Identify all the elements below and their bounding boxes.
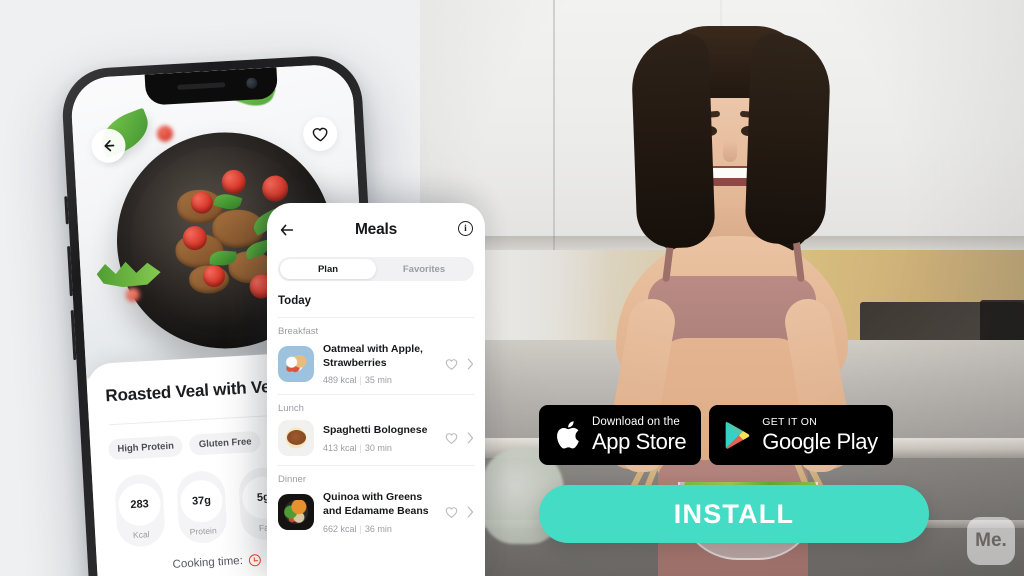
- meal-kcal: 413 kcal: [323, 442, 357, 453]
- meal-thumbnail: [278, 420, 314, 457]
- meals-screen-card: Meals i Plan Favorites Today Breakfast O…: [267, 203, 485, 576]
- meal-info: Spaghetti Bolognese 413 kcal | 30 min: [323, 424, 436, 453]
- meal-name: Spaghetti Bolognese: [323, 423, 428, 436]
- meal-info: Oatmeal with Apple, Strawberries 489 kca…: [323, 343, 436, 385]
- meal-list-item[interactable]: Quinoa with Greens and Edamame Beans 662…: [278, 491, 474, 542]
- meal-group-lunch: Lunch Spaghetti Bolognese 413 kcal | 30 mi…: [267, 395, 485, 465]
- clock-icon: [248, 553, 262, 567]
- meal-meta: 489 kcal | 35 min: [323, 375, 436, 385]
- nutrition-value: 37g: [179, 478, 224, 523]
- meal-meta: 662 kcal | 36 min: [323, 524, 436, 534]
- meal-name: Oatmeal with Apple, Strawberries: [323, 343, 423, 369]
- app-store-text: Download on the App Store: [592, 415, 687, 455]
- meals-back-button[interactable]: [279, 222, 295, 238]
- app-store-big-label: App Store: [592, 429, 687, 455]
- meal-time: 35 min: [364, 375, 392, 386]
- meta-separator: |: [359, 442, 362, 453]
- chevron-right-icon[interactable]: [467, 432, 474, 444]
- recipe-favorite-button[interactable]: [302, 116, 339, 152]
- recipe-tag: Gluten Free: [189, 430, 262, 456]
- phone-volume-up-button: [67, 246, 73, 297]
- meal-type-label: Breakfast: [278, 326, 319, 337]
- cherry-tomato: [261, 174, 289, 203]
- meal-info: Quinoa with Greens and Edamame Beans 662…: [323, 491, 436, 533]
- meal-name: Quinoa with Greens and Edamame Beans: [323, 491, 429, 517]
- phone-volume-down-button: [70, 309, 77, 361]
- meal-time: 30 min: [364, 442, 392, 453]
- meal-list-item[interactable]: Oatmeal with Apple, Strawberries 489 kca…: [278, 343, 474, 394]
- meal-group-breakfast: Breakfast Oatmeal with Apple, Strawberri…: [267, 318, 485, 394]
- heart-icon[interactable]: [445, 358, 458, 371]
- meal-time: 36 min: [364, 523, 392, 534]
- meal-kcal: 489 kcal: [323, 375, 357, 386]
- day-label: Today: [278, 295, 312, 307]
- meal-thumbnail: [278, 346, 314, 383]
- meal-type-label: Lunch: [278, 403, 304, 415]
- meta-separator: |: [359, 375, 362, 386]
- meal-type-label: Dinner: [278, 474, 306, 486]
- heart-icon: [312, 127, 328, 141]
- app-store-small-label: Download on the: [592, 415, 680, 428]
- install-button[interactable]: INSTALL: [539, 485, 929, 543]
- meal-thumbnail: [278, 494, 314, 531]
- google-play-small-label: GET IT ON: [762, 416, 818, 429]
- heart-icon[interactable]: [445, 506, 458, 519]
- nutrition-label: Protein: [189, 524, 217, 537]
- meals-header: Meals i: [267, 203, 485, 257]
- recipe-tag: High Protein: [107, 434, 184, 460]
- info-icon[interactable]: i: [458, 221, 473, 236]
- tab-favorites[interactable]: Favorites: [376, 259, 472, 279]
- promo-stage: Roasted Veal with Vegetables and Qu High…: [0, 0, 1024, 576]
- back-arrow-icon: [280, 224, 294, 236]
- nutrition-value: 283: [117, 482, 162, 527]
- page-title: Meals: [354, 221, 398, 238]
- meal-group-dinner: Dinner Quinoa with Greens and Edamame Be…: [267, 466, 485, 542]
- nutrition-label: Kcal: [132, 528, 150, 540]
- earpiece-speaker: [177, 82, 226, 90]
- apple-logo-icon: [557, 421, 579, 449]
- store-badges: Download on the App Store GET IT ON Goog…: [539, 405, 893, 465]
- chevron-right-icon[interactable]: [467, 358, 474, 370]
- meta-separator: |: [359, 523, 362, 534]
- front-camera: [245, 77, 258, 90]
- tomato-blur-dot: [156, 125, 174, 143]
- nutrition-kcal: 283 Kcal: [113, 472, 166, 548]
- meal-list-item[interactable]: Spaghetti Bolognese 413 kcal | 30 min: [278, 420, 474, 465]
- chevron-right-icon[interactable]: [467, 506, 474, 518]
- google-play-icon: [725, 421, 750, 449]
- cooking-time-label: Cooking time:: [172, 554, 244, 571]
- google-play-text: GET IT ON Google Play: [762, 416, 878, 454]
- app-store-badge[interactable]: Download on the App Store: [539, 405, 702, 465]
- nutrition-protein: 37g Protein: [175, 469, 228, 545]
- phone-mute-switch: [64, 196, 69, 225]
- heart-icon[interactable]: [445, 432, 458, 445]
- tab-plan[interactable]: Plan: [280, 259, 376, 279]
- app-logo-watermark: Me.: [967, 517, 1015, 565]
- meal-kcal: 662 kcal: [323, 523, 357, 534]
- meals-tab-switcher[interactable]: Plan Favorites: [278, 257, 474, 281]
- meal-meta: 413 kcal | 30 min: [323, 443, 436, 453]
- google-play-big-label: Google Play: [762, 428, 878, 454]
- google-play-badge[interactable]: GET IT ON Google Play: [709, 405, 893, 465]
- cherry-tomato: [221, 169, 247, 195]
- back-arrow-icon: [104, 140, 115, 152]
